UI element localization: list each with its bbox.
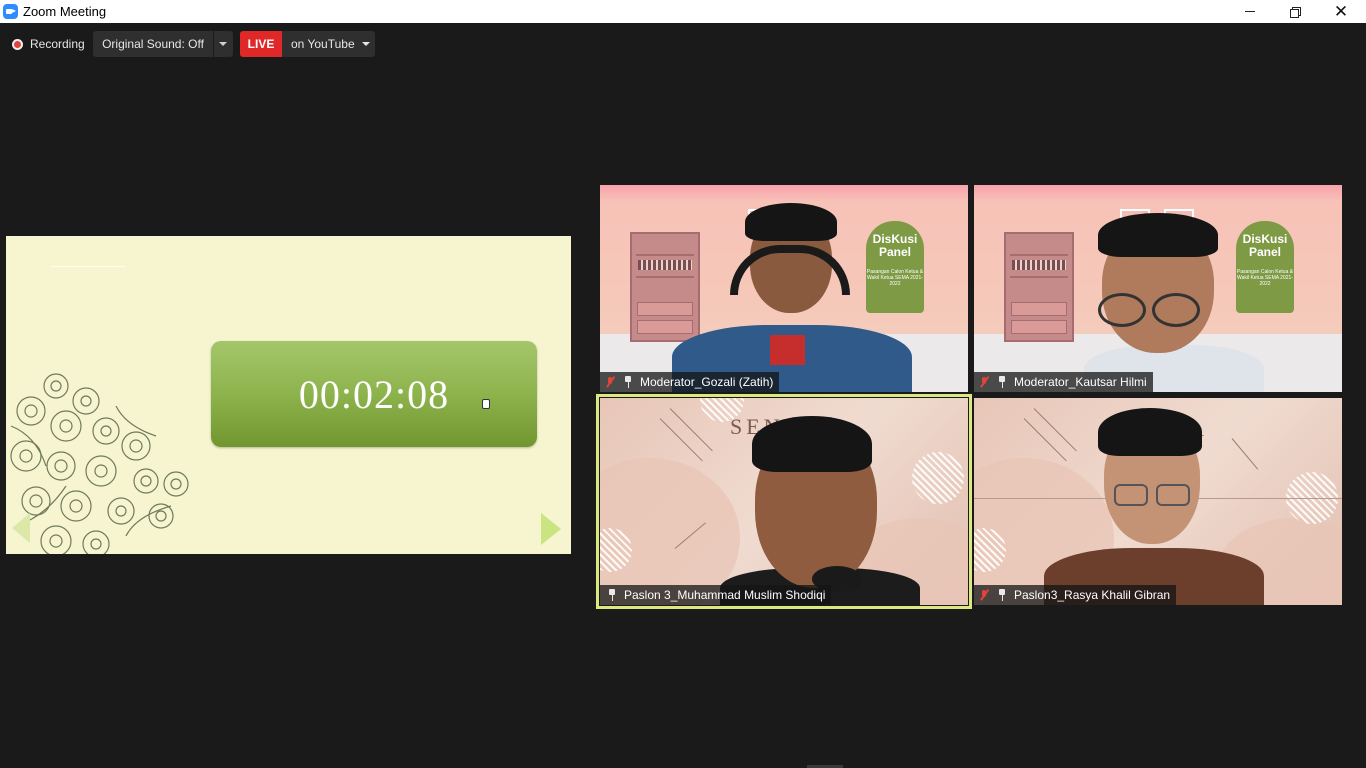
live-badge: LIVE	[240, 31, 282, 57]
floral-decoration	[10, 373, 189, 554]
participant-name-label: Paslon 3_Muhammad Muslim Shodiqi	[600, 585, 832, 605]
hatched-circle	[912, 452, 964, 504]
video-tile[interactable]: SENA Paslon 3_Muhammad Muslim Shodiqi	[600, 398, 968, 605]
muted-mic-icon	[978, 376, 990, 388]
panel-board: DisKusi Panel Pasangan Calon Ketua & Wak…	[866, 221, 924, 313]
panel-board-title: DisKusi Panel	[1242, 232, 1288, 259]
minimize-button[interactable]	[1227, 0, 1273, 23]
shared-screen[interactable]: 00:02:08	[6, 236, 571, 554]
bookshelf	[1004, 232, 1074, 342]
video-tile[interactable]: A Paslon3_Rasya Khalil Gibran	[974, 398, 1342, 605]
countdown-timer: 00:02:08	[211, 341, 537, 447]
restore-icon	[1290, 6, 1301, 18]
bookshelf	[630, 232, 700, 342]
slide-decor-line	[50, 266, 126, 267]
panel-board-title: DisKusi Panel	[872, 232, 918, 259]
close-icon: ✕	[1333, 2, 1349, 21]
participant-name-label: Moderator_Kautsar Hilmi	[974, 372, 1153, 392]
slide-next-arrow-icon[interactable]	[541, 513, 561, 545]
participant-name: Paslon 3_Muhammad Muslim Shodiqi	[624, 588, 826, 602]
slide-prev-arrow-icon[interactable]	[12, 513, 30, 543]
pin-icon	[996, 376, 1008, 388]
panel-board-subtitle: Pasangan Calon Ketua & Wakil Ketua SEMA …	[866, 269, 924, 287]
recording-label: Recording	[30, 37, 85, 51]
participant-name: Moderator_Kautsar Hilmi	[1014, 375, 1147, 389]
recording-indicator[interactable]: Recording	[12, 35, 85, 53]
zoom-app-icon	[3, 4, 18, 19]
pin-icon	[606, 589, 618, 601]
live-on-youtube-button[interactable]: on YouTube	[282, 31, 375, 57]
timer-value: 00:02:08	[298, 371, 450, 417]
live-target-label: on YouTube	[291, 37, 355, 51]
caret-down-icon	[219, 42, 227, 46]
original-sound-dropdown[interactable]	[214, 31, 233, 57]
recording-icon	[12, 38, 23, 50]
video-tile[interactable]: DisKusi Panel Pasangan Calon Ketua & Wak…	[974, 185, 1342, 392]
mouse-cursor	[482, 399, 490, 409]
muted-mic-icon	[604, 376, 616, 388]
restore-button[interactable]	[1272, 0, 1318, 23]
close-button[interactable]: ✕	[1318, 0, 1364, 23]
participant-name-label: Paslon3_Rasya Khalil Gibran	[974, 585, 1177, 605]
participant-name: Moderator_Gozali (Zatih)	[640, 375, 774, 389]
participant-name-label: Moderator_Gozali (Zatih)	[600, 372, 780, 392]
window-title: Zoom Meeting	[23, 4, 107, 19]
pin-icon	[622, 376, 634, 388]
panel-board-subtitle: Pasangan Calon Ketua & Wakil Ketua SEMA …	[1236, 269, 1294, 287]
original-sound-button[interactable]: Original Sound: Off	[93, 31, 213, 57]
caret-down-icon	[362, 42, 370, 46]
video-tile[interactable]: DisKusi Panel Pasangan Calon Ketua & Wak…	[600, 185, 968, 392]
participant-name: Paslon3_Rasya Khalil Gibran	[1014, 588, 1171, 602]
pin-icon	[996, 589, 1008, 601]
title-bar: Zoom Meeting ✕	[0, 0, 1366, 23]
panel-board: DisKusi Panel Pasangan Calon Ketua & Wak…	[1236, 221, 1294, 313]
minimize-icon	[1245, 11, 1255, 12]
muted-mic-icon	[978, 589, 990, 601]
